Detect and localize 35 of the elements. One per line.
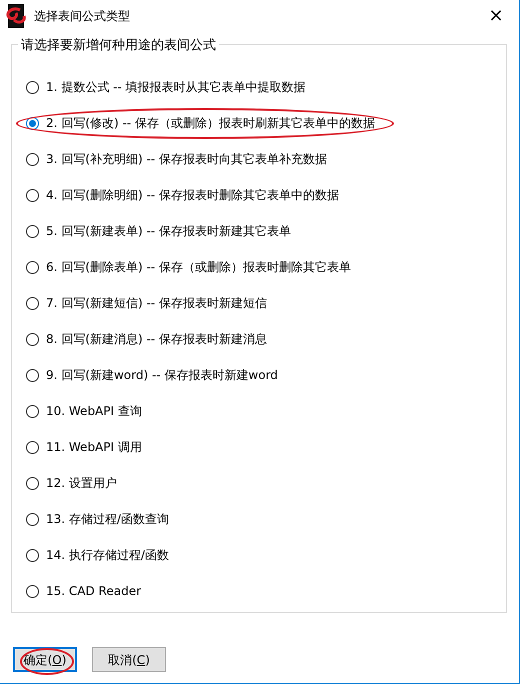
option-label[interactable]: 6. 回写(删除表单) -- 保存（或删除）报表时删除其它表单 (46, 258, 351, 276)
option-label[interactable]: 10. WebAPI 查询 (46, 402, 142, 420)
radio-button[interactable] (26, 80, 39, 94)
option-label[interactable]: 14. 执行存储过程/函数 (46, 546, 169, 564)
cancel-button[interactable]: 取消(C) (92, 647, 166, 672)
radio-button[interactable] (26, 584, 39, 598)
radio-button[interactable] (26, 188, 39, 202)
option-label[interactable]: 3. 回写(补充明细) -- 保存报表时向其它表单补充数据 (46, 150, 327, 168)
radio-button[interactable] (26, 116, 39, 130)
radio-button[interactable] (26, 260, 39, 274)
option-label[interactable]: 11. WebAPI 调用 (46, 438, 142, 456)
option-label[interactable]: 4. 回写(删除明细) -- 保存报表时删除其它表单中的数据 (46, 186, 339, 204)
option-label[interactable]: 2. 回写(修改) -- 保存（或删除）报表时刷新其它表单中的数据 (46, 114, 375, 132)
radio-button[interactable] (26, 512, 39, 526)
radio-button[interactable] (26, 296, 39, 310)
ok-button[interactable]: 确定(O) (13, 647, 77, 672)
app-logo-icon (4, 4, 28, 28)
radio-button[interactable] (26, 404, 39, 418)
radio-button[interactable] (26, 440, 39, 454)
radio-button[interactable] (26, 224, 39, 238)
window-title: 选择表间公式类型 (34, 8, 130, 25)
option-label[interactable]: 12. 设置用户 (46, 474, 117, 492)
radio-button[interactable] (26, 152, 39, 166)
radio-button[interactable] (26, 548, 39, 562)
radio-button[interactable] (26, 368, 39, 382)
close-button[interactable]: × (473, 0, 519, 32)
option-label[interactable]: 9. 回写(新建word) -- 保存报表时新建word (46, 366, 278, 384)
radio-button[interactable] (26, 476, 39, 490)
radio-button[interactable] (26, 332, 39, 346)
option-label[interactable]: 15. CAD Reader (46, 582, 142, 600)
option-label[interactable]: 1. 提数公式 -- 填报报表时从其它表单中提取数据 (46, 78, 306, 96)
option-label[interactable]: 7. 回写(新建短信) -- 保存报表时新建短信 (46, 294, 267, 312)
option-label[interactable]: 5. 回写(新建表单) -- 保存报表时新建其它表单 (46, 222, 291, 240)
option-label[interactable]: 13. 存储过程/函数查询 (46, 510, 169, 528)
option-label[interactable]: 8. 回写(新建消息) -- 保存报表时新建消息 (46, 330, 267, 348)
